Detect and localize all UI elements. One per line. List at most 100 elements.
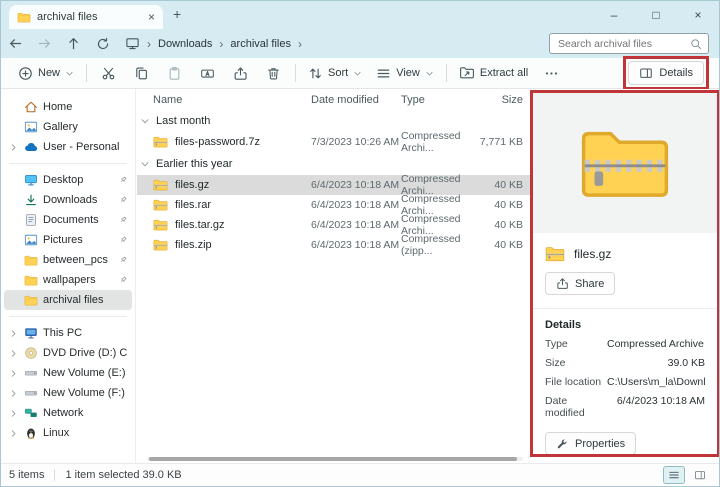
chevron-right-icon[interactable] [9, 409, 18, 418]
breadcrumb-item-archival-files[interactable]: archival files [230, 38, 291, 50]
sidebar-item-new-volume-e[interactable]: New Volume (E:) [4, 363, 132, 383]
sidebar-item-desktop[interactable]: Desktop [4, 170, 132, 190]
column-header-type[interactable]: Type [401, 94, 479, 106]
paste-button[interactable] [158, 62, 191, 85]
pin-icon [118, 175, 128, 185]
details-pane: files.gz Share Details Type Compressed A… [530, 90, 720, 457]
close-button[interactable]: × [677, 1, 719, 29]
sidebar-item-downloads[interactable]: Downloads [4, 190, 132, 210]
view-button-label: View [396, 67, 420, 79]
search-box[interactable] [549, 33, 709, 54]
file-preview [533, 93, 717, 233]
view-button[interactable]: View [369, 62, 441, 85]
main-area: Home Gallery User - Personal Desktop [1, 89, 719, 463]
sidebar-item-archival-files[interactable]: archival files [4, 290, 132, 310]
detail-field-file-location: File location C:\Users\m_la\Downloads\ar… [545, 376, 705, 388]
sidebar-item-gallery[interactable]: Gallery [4, 117, 132, 137]
file-row[interactable]: files-password.7z 7/3/2023 10:26 AM Comp… [137, 132, 531, 152]
extract-all-button[interactable]: Extract all [452, 61, 535, 85]
share-file-button[interactable]: Share [545, 272, 615, 295]
large-icons-view-toggle[interactable] [689, 466, 711, 484]
sidebar-item-documents[interactable]: Documents [4, 210, 132, 230]
details-view-toggle[interactable] [663, 466, 685, 484]
breadcrumb: › Downloads › archival files › [125, 36, 302, 51]
this-pc-icon[interactable] [125, 36, 140, 51]
share-icon [233, 66, 248, 81]
refresh-button[interactable] [88, 37, 117, 51]
search-input[interactable] [556, 37, 686, 51]
chevron-down-icon [140, 116, 150, 126]
sidebar-item-home[interactable]: Home [4, 97, 132, 117]
new-tab-button[interactable]: + [173, 6, 181, 22]
folder-icon [24, 295, 38, 306]
minimize-button[interactable]: – [593, 1, 635, 29]
maximize-button[interactable]: □ [635, 1, 677, 29]
chevron-down-icon [425, 69, 434, 78]
pin-icon [118, 195, 128, 205]
new-button[interactable]: New [11, 62, 81, 85]
navigation-sidebar: Home Gallery User - Personal Desktop [1, 89, 136, 463]
share-button[interactable] [224, 62, 257, 85]
zip-folder-icon [153, 239, 168, 251]
navigation-bar: › Downloads › archival files › [1, 29, 719, 58]
zip-folder-icon [153, 136, 168, 148]
chevron-right-icon[interactable] [9, 369, 18, 378]
sidebar-divider [9, 316, 127, 317]
delete-button[interactable] [257, 62, 290, 85]
up-button[interactable] [59, 36, 88, 51]
file-row-selected[interactable]: files.gz 6/4/2023 10:18 AM Compressed Ar… [137, 175, 531, 195]
wrench-icon [556, 437, 569, 450]
view-toggles [663, 466, 711, 484]
selected-file-name: files.gz [574, 247, 611, 261]
sidebar-item-wallpapers[interactable]: wallpapers [4, 270, 132, 290]
details-toggle-button[interactable]: Details [628, 61, 704, 85]
more-options-button[interactable] [535, 62, 568, 85]
tab-close-icon[interactable]: × [148, 11, 155, 23]
explorer-tab[interactable]: archival files × [9, 5, 163, 29]
chevron-right-icon[interactable] [9, 143, 18, 152]
dvd-disc-icon [24, 346, 38, 360]
sort-button[interactable]: Sort [301, 62, 369, 85]
breadcrumb-item-downloads[interactable]: Downloads [158, 38, 212, 50]
sidebar-item-linux[interactable]: Linux [4, 423, 132, 443]
items-count: 5 items [9, 469, 44, 481]
this-pc-icon [24, 326, 38, 340]
group-header-earlier-this-year[interactable]: Earlier this year [137, 152, 531, 175]
network-icon [24, 406, 38, 420]
plus-circle-icon [18, 66, 33, 81]
rename-button[interactable] [191, 62, 224, 85]
horizontal-scrollbar[interactable] [147, 457, 523, 461]
sidebar-item-dvd-drive[interactable]: DVD Drive (D:) CCCOMA_ [4, 343, 132, 363]
sidebar-item-between-pcs[interactable]: between_pcs [4, 250, 132, 270]
sidebar-item-new-volume-f[interactable]: New Volume (F:) [4, 383, 132, 403]
file-row[interactable]: files.zip 6/4/2023 10:18 AM Compressed (… [137, 235, 531, 255]
back-button[interactable] [1, 36, 30, 51]
chevron-right-icon[interactable] [9, 429, 18, 438]
file-row[interactable]: files.rar 6/4/2023 10:18 AM Compressed A… [137, 195, 531, 215]
column-header-size[interactable]: Size [479, 94, 531, 106]
detail-field-size: Size 39.0 KB [545, 357, 705, 369]
chevron-right-icon[interactable] [9, 389, 18, 398]
sidebar-item-pictures[interactable]: Pictures [4, 230, 132, 250]
chevron-right-icon[interactable] [9, 349, 18, 358]
sidebar-item-this-pc[interactable]: This PC [4, 323, 132, 343]
status-bar: 5 items 1 item selected 39.0 KB [1, 463, 719, 486]
forward-button[interactable] [30, 36, 59, 51]
zip-folder-icon [153, 199, 168, 211]
share-icon [556, 277, 569, 290]
chevron-right-icon[interactable] [9, 329, 18, 338]
sort-button-label: Sort [328, 67, 348, 79]
cut-button[interactable] [92, 62, 125, 85]
scrollbar-thumb[interactable] [149, 457, 517, 461]
group-header-last-month[interactable]: Last month [137, 109, 531, 132]
pin-icon [118, 255, 128, 265]
sidebar-item-onedrive[interactable]: User - Personal [4, 137, 132, 157]
copy-button[interactable] [125, 62, 158, 85]
paste-icon [167, 66, 182, 81]
sidebar-item-network[interactable]: Network [4, 403, 132, 423]
column-header-name[interactable]: Name [137, 94, 311, 106]
file-row[interactable]: files.tar.gz 6/4/2023 10:18 AM Compresse… [137, 215, 531, 235]
chevron-down-icon [65, 69, 74, 78]
column-header-date-modified[interactable]: Date modified [311, 94, 401, 106]
properties-button[interactable]: Properties [545, 432, 636, 455]
